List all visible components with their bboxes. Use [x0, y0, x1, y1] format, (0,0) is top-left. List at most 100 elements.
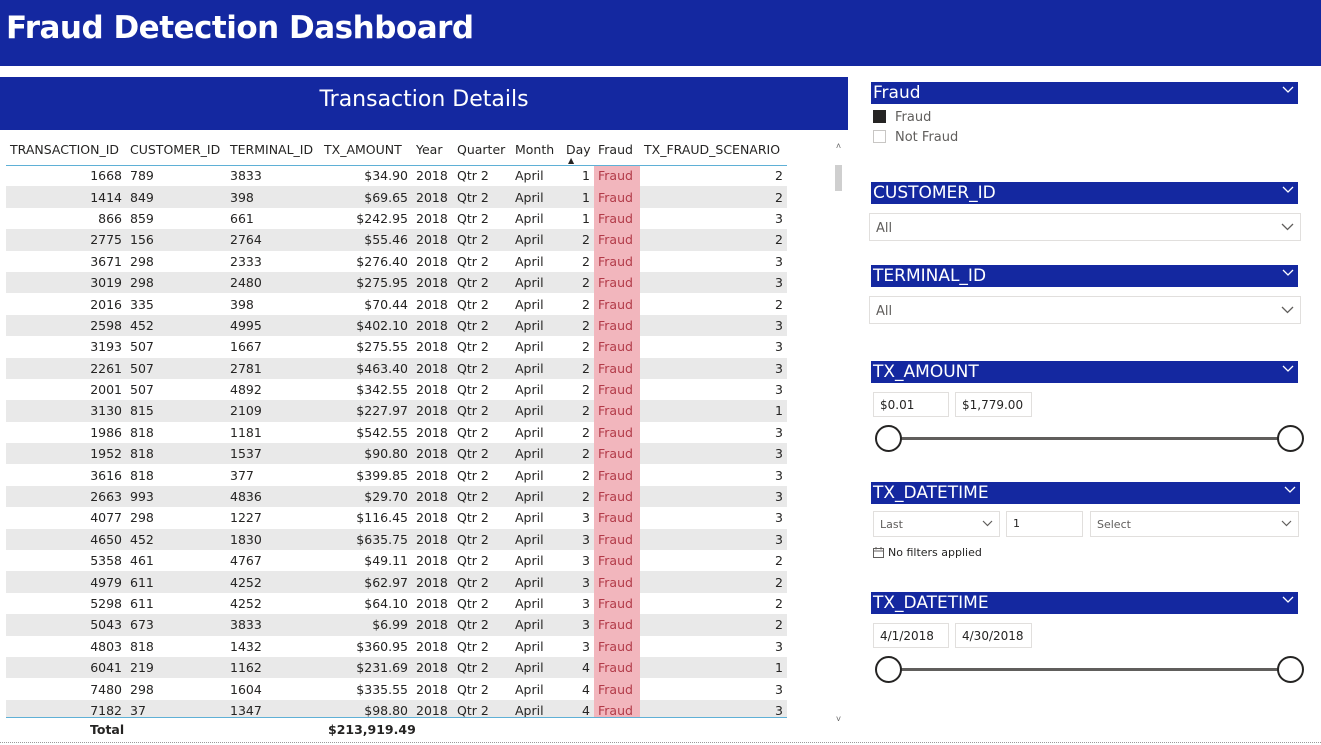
table-cell: 2018: [412, 229, 453, 251]
scroll-down-icon[interactable]: ˅: [833, 713, 844, 725]
date-start-input[interactable]: 4/1/2018: [873, 623, 949, 648]
date-end-input[interactable]: 4/30/2018: [955, 623, 1032, 648]
table-row[interactable]: 3616 818 377 $399.85 2018 Qtr 2 April 2 Fraud 3: [6, 464, 787, 486]
table-row[interactable]: 1986 818 1181 $542.55 2018 Qtr 2 April 2 Fraud 3: [6, 421, 787, 444]
table-cell: April: [515, 210, 544, 226]
table-row[interactable]: 1952 818 1537 $90.80 2018 Qtr 2 April 2 Fraud 3: [6, 443, 787, 465]
table-cell: Qtr 2: [457, 210, 489, 226]
column-header-tx-amount[interactable]: TX_AMOUNT: [320, 134, 412, 166]
table-cell: April: [511, 571, 562, 593]
relative-unit-dropdown[interactable]: Select: [1090, 511, 1299, 537]
relative-mode-dropdown[interactable]: Last: [873, 511, 1000, 537]
table-cell: 2: [775, 553, 783, 569]
table-cell: 2018: [416, 253, 448, 269]
table-cell: 335: [130, 296, 154, 312]
column-header-day[interactable]: Day ▲: [562, 134, 594, 166]
table-cell: $64.10: [364, 596, 408, 611]
table-row[interactable]: 866 859 661 $242.95 2018 Qtr 2 April 1 Fraud 3: [6, 207, 787, 230]
chevron-down-icon[interactable]: [1282, 269, 1294, 277]
table-cell: 507: [126, 357, 226, 379]
table-cell: 398: [226, 186, 320, 208]
table-row[interactable]: 2016 335 398 $70.44 2018 Qtr 2 April 2 Fraud 2: [6, 293, 787, 315]
column-header-month[interactable]: Month: [511, 134, 562, 166]
table-cell: $360.95: [356, 638, 408, 654]
terminal-slicer-header[interactable]: TERMINAL_ID: [871, 265, 1298, 287]
datetime-range-slicer-header[interactable]: TX_DATETIME: [871, 592, 1298, 614]
table-row[interactable]: 1668 789 3833 $34.90 2018 Qtr 2 April 1 Fraud 2: [6, 165, 787, 187]
table-cell: 2: [640, 614, 787, 636]
scroll-up-icon[interactable]: ˄: [833, 140, 844, 152]
transaction-table-container[interactable]: TRANSACTION_ID CUSTOMER_ID TERMINAL_ID T…: [6, 134, 788, 718]
scrollbar-thumb[interactable]: [835, 165, 842, 191]
column-header-year[interactable]: Year: [412, 134, 453, 166]
dashboard-header: Fraud Detection Dashboard: [0, 0, 1321, 66]
table-row[interactable]: 2663 993 4836 $29.70 2018 Qtr 2 April 2 Fraud 3: [6, 485, 787, 508]
column-header-terminal-id[interactable]: TERMINAL_ID: [226, 134, 320, 166]
table-cell: 5298: [90, 596, 122, 611]
relative-count-input[interactable]: 1: [1006, 511, 1083, 537]
table-row[interactable]: 3019 298 2480 $275.95 2018 Qtr 2 April 2 Fraud 3: [6, 271, 787, 294]
table-cell: Fraud: [594, 378, 640, 401]
table-cell: 3: [582, 553, 590, 569]
fraud-option-label[interactable]: Fraud: [895, 110, 931, 125]
table-cell: 7182: [6, 699, 126, 718]
terminal-dropdown[interactable]: All: [869, 296, 1301, 324]
datetime-relative-slicer-header[interactable]: TX_DATETIME: [871, 482, 1300, 504]
customer-slicer-header[interactable]: CUSTOMER_ID: [871, 182, 1298, 204]
table-row[interactable]: 3130 815 2109 $227.97 2018 Qtr 2 April 2 Fraud 1: [6, 400, 787, 422]
amount-slider-max-handle[interactable]: [1277, 425, 1304, 452]
table-row[interactable]: 2001 507 4892 $342.55 2018 Qtr 2 April 2 Fraud 3: [6, 378, 787, 401]
chevron-down-icon[interactable]: [1282, 365, 1294, 373]
datetime-relative-slicer-title: TX_DATETIME: [873, 483, 989, 503]
fraud-slicer-header[interactable]: Fraud: [871, 82, 1298, 104]
table-row[interactable]: 4803 818 1432 $360.95 2018 Qtr 2 April 3 Fraud 3: [6, 635, 787, 657]
table-row[interactable]: 4077 298 1227 $116.45 2018 Qtr 2 April 3 Fraud 3: [6, 507, 787, 529]
chevron-down-icon[interactable]: [1282, 86, 1294, 94]
amount-max-input[interactable]: $1,779.00: [955, 392, 1032, 417]
amount-slicer-header[interactable]: TX_AMOUNT: [871, 361, 1298, 383]
amount-slider-track[interactable]: [889, 437, 1291, 440]
table-cell: $402.10: [320, 314, 412, 337]
table-row[interactable]: 5043 673 3833 $6.99 2018 Qtr 2 April 3 Fraud 2: [6, 614, 787, 636]
table-row[interactable]: 5358 461 4767 $49.11 2018 Qtr 2 April 3 Fraud 2: [6, 550, 787, 572]
table-row[interactable]: 1414 849 398 $69.65 2018 Qtr 2 April 1 Fraud 2: [6, 186, 787, 208]
date-slider-start-handle[interactable]: [875, 656, 902, 683]
amount-min-input[interactable]: $0.01: [873, 392, 949, 417]
table-row[interactable]: 7480 298 1604 $335.55 2018 Qtr 2 April 4 Fraud 3: [6, 678, 787, 700]
customer-dropdown[interactable]: All: [869, 213, 1301, 241]
table-scrollbar[interactable]: ˄ ˅: [833, 137, 844, 725]
table-row[interactable]: 4979 611 4252 $62.97 2018 Qtr 2 April 3 Fraud 2: [6, 571, 787, 593]
table-row[interactable]: 3671 298 2333 $276.40 2018 Qtr 2 April 2 Fraud 3: [6, 250, 787, 272]
table-cell: April: [511, 314, 562, 337]
chevron-down-icon[interactable]: [1282, 596, 1294, 604]
column-header-fraud[interactable]: Fraud: [594, 134, 640, 166]
table-row[interactable]: 7182 37 1347 $98.80 2018 Qtr 2 April 4 Fraud 3: [6, 699, 787, 718]
table-row[interactable]: 2261 507 2781 $463.40 2018 Qtr 2 April 2 Fraud 3: [6, 357, 787, 379]
amount-slider-min-handle[interactable]: [875, 425, 902, 452]
column-header-tx-fraud-scenario[interactable]: TX_FRAUD_SCENARIO: [640, 134, 787, 166]
column-header-transaction-id[interactable]: TRANSACTION_ID: [6, 134, 126, 166]
table-cell: 2018: [412, 357, 453, 379]
table-cell: 4767: [230, 553, 262, 569]
column-header-customer-id[interactable]: CUSTOMER_ID: [126, 134, 226, 166]
table-row[interactable]: 2775 156 2764 $55.46 2018 Qtr 2 April 2 Fraud 2: [6, 229, 787, 251]
table-row[interactable]: 3193 507 1667 $275.55 2018 Qtr 2 April 2 Fraud 3: [6, 336, 787, 358]
column-header-quarter[interactable]: Quarter: [453, 134, 511, 166]
table-cell: 3: [775, 510, 783, 526]
date-slider-end-handle[interactable]: [1277, 656, 1304, 683]
table-cell: April: [511, 699, 562, 718]
not-fraud-checkbox[interactable]: [873, 130, 886, 143]
date-slider-track[interactable]: [889, 668, 1291, 671]
fraud-checkbox[interactable]: [873, 110, 886, 123]
chevron-down-icon[interactable]: [1284, 486, 1296, 494]
not-fraud-option-label[interactable]: Not Fraud: [895, 130, 958, 145]
table-cell: 2018: [416, 210, 448, 226]
table-row[interactable]: 5298 611 4252 $64.10 2018 Qtr 2 April 3 Fraud 2: [6, 592, 787, 615]
table-row[interactable]: 4650 452 1830 $635.75 2018 Qtr 2 April 3 Fraud 3: [6, 528, 787, 551]
table-row[interactable]: 6041 219 1162 $231.69 2018 Qtr 2 April 4 Fraud 1: [6, 656, 787, 679]
column-header-day-label: Day: [566, 141, 591, 157]
chevron-down-icon[interactable]: [1282, 186, 1294, 194]
table-row[interactable]: 2598 452 4995 $402.10 2018 Qtr 2 April 2 Fraud 3: [6, 314, 787, 337]
table-cell: 2: [640, 186, 787, 208]
table-cell: 3833: [226, 614, 320, 636]
